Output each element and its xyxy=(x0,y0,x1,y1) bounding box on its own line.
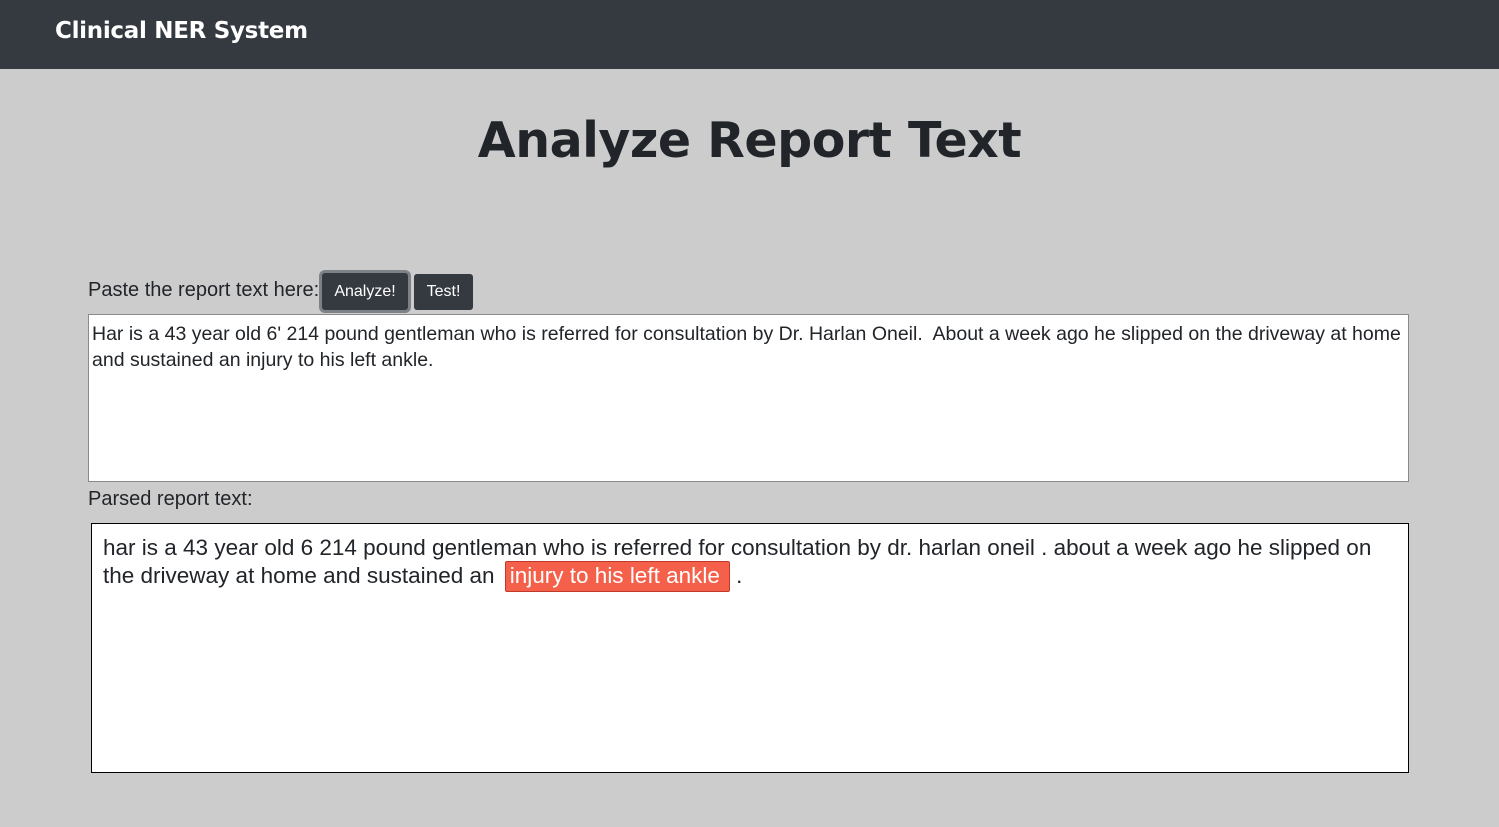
entity-highlight: injury to his left ankle xyxy=(504,561,730,592)
report-input-label: Paste the report text here: xyxy=(88,279,320,301)
parsed-text-label: Parsed report text: xyxy=(88,488,253,510)
report-text-input[interactable]: Har is a 43 year old 6' 214 pound gentle… xyxy=(88,314,1409,482)
navbar: Clinical NER System xyxy=(0,0,1499,69)
page-title: Analyze Report Text xyxy=(477,112,1022,169)
parsed-text-after: . xyxy=(729,563,743,588)
analyze-button[interactable]: Analyze! xyxy=(322,273,408,310)
parsed-report-text: har is a 43 year old 6 214 pound gentlem… xyxy=(91,523,1409,773)
brand-title[interactable]: Clinical NER System xyxy=(55,18,308,44)
test-button[interactable]: Test! xyxy=(414,274,473,310)
